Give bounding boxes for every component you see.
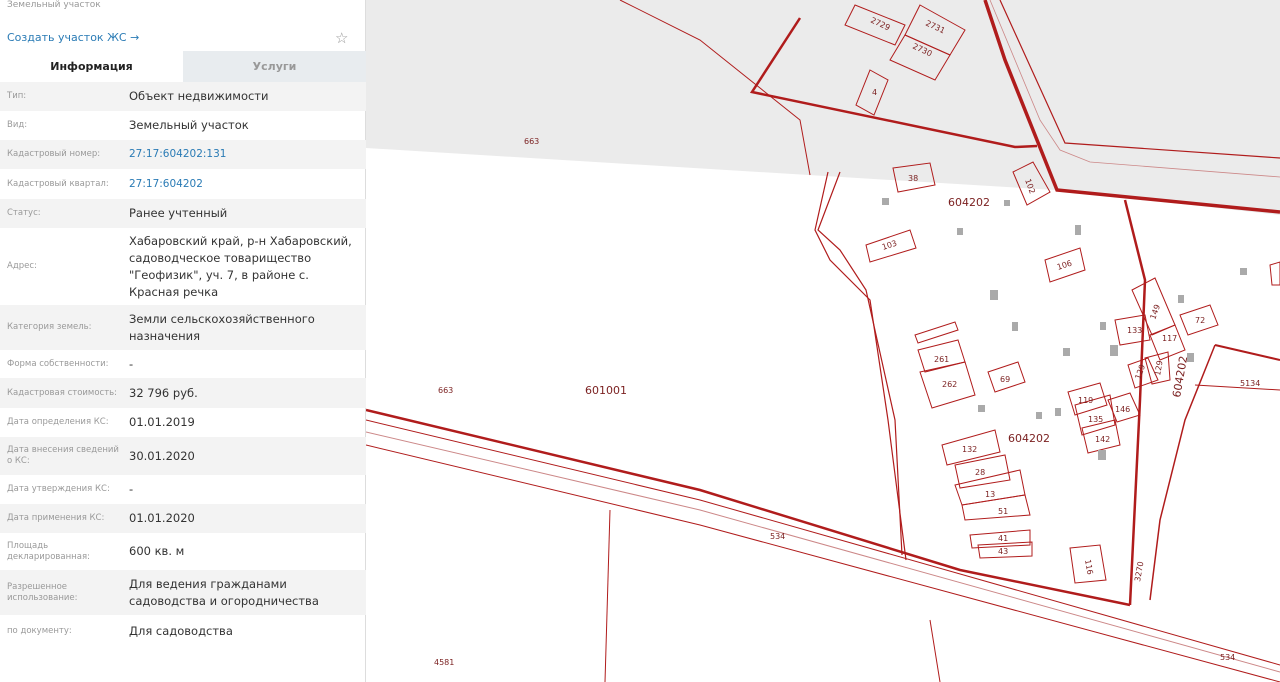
info-row: Кадастровый квартал: 27:17:604202: [0, 169, 366, 199]
info-row: Кадастровая стоимость: 32 796 руб.: [0, 378, 366, 408]
map-label: 119: [1078, 396, 1093, 405]
cadastral-map[interactable]: 663 663 601001 604202 604202 604202 534 …: [366, 0, 1280, 682]
map-label: 601001: [585, 384, 627, 397]
info-row: Статус: Ранее учтенный: [0, 199, 366, 228]
info-row: Адрес: Хабаровский край, р-н Хабаровский,…: [0, 228, 366, 305]
info-row-value: Ранее учтенный: [129, 206, 228, 220]
info-row-label: Адрес:: [7, 261, 37, 271]
map-label: 534: [1220, 653, 1235, 662]
map-label: 103: [881, 239, 898, 252]
info-row-label: Дата внесения сведений о КС:: [7, 445, 119, 466]
create-parcel-link[interactable]: Создать участок ЖС →: [7, 31, 139, 44]
info-table: Тип: Объект недвижимости Вид: Земельный уча…: [0, 82, 366, 648]
info-row: Дата внесения сведений о КС: 30.01.2020: [0, 437, 366, 475]
map-label: 604202: [948, 196, 990, 209]
info-row: Категория земель: Земли сельскохозяйствен…: [0, 305, 366, 350]
info-row-value: 30.01.2020: [129, 448, 195, 463]
map-label: 129: [1153, 360, 1165, 377]
info-row-label: Вид:: [7, 120, 28, 130]
info-row-label: Кадастровый номер:: [7, 149, 101, 159]
map-label: 663: [438, 386, 453, 395]
map-label: 132: [962, 445, 977, 454]
map-label: 38: [908, 174, 918, 183]
info-row-value: Для ведения гражданами садоводства и ого…: [129, 576, 319, 608]
map-label: 604202: [1170, 355, 1190, 399]
object-subtitle: Земельный участок: [7, 0, 101, 10]
map-label: 262: [942, 380, 957, 389]
map-label: 133: [1127, 326, 1142, 335]
map-label: 116: [1083, 559, 1095, 576]
info-row-value: Земельный участок: [129, 118, 249, 132]
map-label: 146: [1115, 405, 1130, 414]
info-row: Площадь декларированная: 600 кв. м: [0, 533, 366, 570]
info-row-label: Площадь декларированная:: [7, 540, 90, 562]
star-icon[interactable]: ☆: [335, 29, 348, 47]
map-label: 604202: [1008, 432, 1050, 445]
info-row-value: Для садоводства: [129, 624, 233, 638]
info-row-label: Категория земель:: [7, 322, 92, 332]
info-row: Дата применения КС: 01.01.2020: [0, 504, 366, 533]
info-row-link[interactable]: 27:17:604202: [129, 176, 366, 193]
info-row: Вид: Земельный участок: [0, 111, 366, 140]
building-markers: [882, 198, 1247, 460]
map-label: 4: [872, 88, 877, 97]
info-row-label: Разрешенное использование:: [7, 581, 78, 603]
info-row-value: Земли сельскохозяйственного назначения: [129, 311, 315, 343]
info-row-label: Кадастровый квартал:: [7, 178, 109, 189]
info-row-label: Дата определения КС:: [7, 417, 109, 427]
info-row-label: Форма собственности:: [7, 358, 109, 369]
map-label: 41: [998, 534, 1008, 543]
info-panel: Земельный участок Создать участок ЖС → ☆…: [0, 0, 366, 682]
info-row: Дата определения КС: 01.01.2019: [0, 408, 366, 437]
info-row: Тип: Объект недвижимости: [0, 82, 366, 111]
info-row-label: Кадастровая стоимость:: [7, 387, 118, 398]
info-row: Разрешенное использование: Для ведения гр…: [0, 570, 366, 615]
map-label: 663: [524, 137, 539, 146]
map-label: 69: [1000, 375, 1010, 384]
info-row-value: Объект недвижимости: [129, 89, 269, 103]
map-label: 51: [998, 507, 1008, 516]
map-label: 4581: [434, 658, 454, 667]
info-row: Форма собственности: -: [0, 350, 366, 378]
info-row-value: 600 кв. м: [129, 544, 185, 558]
map-label: 13: [985, 490, 995, 499]
map-label: 117: [1162, 334, 1177, 343]
map-label: 106: [1056, 259, 1073, 272]
info-row: по документу: Для садоводства: [0, 615, 366, 648]
tabs: Информация Услуги: [0, 51, 366, 82]
info-row: Дата утверждения КС: -: [0, 475, 366, 504]
info-row-label: Статус:: [7, 208, 41, 218]
info-row-label: по документу:: [7, 626, 72, 636]
map-label: 149: [1148, 303, 1162, 320]
map-label: 3270: [1133, 561, 1145, 583]
info-row-value: 01.01.2019: [129, 415, 195, 429]
map-label: 28: [975, 468, 985, 477]
info-row-value: 01.01.2020: [129, 511, 195, 525]
map-label: 5134: [1240, 379, 1260, 388]
tab-information[interactable]: Информация: [0, 51, 183, 82]
map-label: 135: [1088, 415, 1103, 424]
info-row-value: -: [129, 482, 134, 496]
info-row-value: -: [129, 356, 134, 371]
info-row-label: Дата утверждения КС:: [7, 484, 110, 494]
info-row-link[interactable]: 27:17:604202:131: [129, 146, 366, 163]
info-row-value: 32 796 руб.: [129, 385, 198, 400]
tab-services[interactable]: Услуги: [183, 51, 366, 82]
map-label: 129: [1133, 363, 1147, 380]
info-row-label: Тип:: [7, 91, 27, 101]
map-label: 43: [998, 547, 1008, 556]
map-label: 261: [934, 355, 949, 364]
info-row: Кадастровый номер: 27:17:604202:131: [0, 140, 366, 169]
map-label: 142: [1095, 435, 1110, 444]
map-label: 72: [1195, 316, 1205, 325]
info-row-value: Хабаровский край, р-н Хабаровский, садов…: [129, 233, 352, 299]
info-row-label: Дата применения КС:: [7, 513, 105, 523]
map-label: 534: [770, 532, 785, 541]
